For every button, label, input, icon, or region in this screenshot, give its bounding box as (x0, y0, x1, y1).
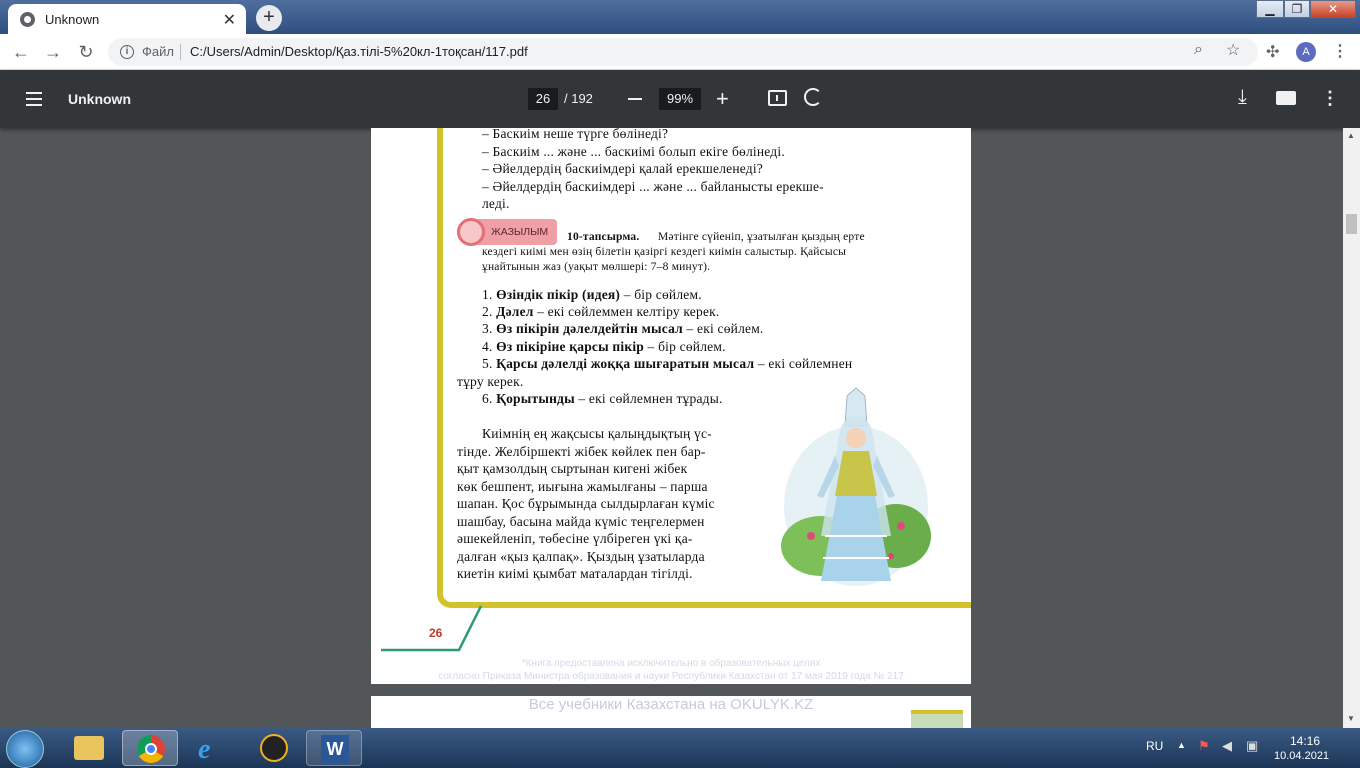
forward-icon[interactable]: → (42, 42, 64, 62)
back-icon[interactable]: ← (10, 42, 32, 62)
minimize-window-button[interactable]: ▁ (1256, 0, 1284, 18)
text-line: – Әйелдердің баскиімдері қалай ерекшелен… (482, 161, 764, 176)
paragraph-line: қыт қамзолдың сыртынан кигені жібек (457, 461, 688, 476)
paragraph-line: тінде. Желбіршекті жібек көйлек пен бар- (457, 444, 706, 459)
word-icon: W (321, 735, 349, 763)
page-number: 26 (429, 626, 443, 640)
watermark-line: согласно Приказа Министра образования и … (438, 671, 904, 682)
list-item: 1. Өзіндік пікір (идея) – бір сөйлем. (482, 287, 702, 302)
text-line: леді. (482, 196, 510, 211)
text-line: – Баскиім неше түрге бөлінеді? (482, 128, 669, 141)
language-indicator[interactable]: RU (1146, 739, 1163, 753)
page-corner-decoration (911, 710, 963, 728)
reload-icon[interactable]: ↻ (75, 42, 97, 62)
paragraph-line: әшекейленіп, төбесіне үлбіреген үкі қа- (457, 531, 693, 546)
browser-menu-icon[interactable]: ⋮ (1332, 41, 1348, 61)
task-text-line: кездегі киімі мен өзің білетін қазіргі к… (482, 246, 847, 258)
app-icon[interactable] (260, 734, 288, 762)
browser-tab[interactable]: Unknown ✕ (8, 4, 246, 34)
list-item-continuation: тұру керек. (457, 374, 524, 389)
watermark-line: *Книга предоставлена исключительно в обр… (521, 658, 821, 669)
paragraph-line: далған «қыз қалпақ». Қыздың ұзатыларда (457, 549, 705, 564)
rotate-icon[interactable] (804, 88, 822, 106)
kazakh-bride-illustration (781, 387, 931, 586)
show-hidden-icons-icon[interactable]: ▲ (1177, 740, 1186, 750)
internet-explorer-icon[interactable]: e (198, 734, 210, 766)
pdf-toolbar: Unknown 26 / 192 99% + ⤓ ⋮ (0, 70, 1360, 128)
menu-icon[interactable] (26, 92, 42, 106)
list-item: 4. Өз пікіріне қарсы пікір – бір сөйлем. (482, 339, 726, 354)
paragraph-line: киетін киімі қымбат маталардан тігілді. (457, 566, 693, 581)
text-line: – Әйелдердің баскиімдері ... және ... ба… (482, 179, 824, 194)
banner-text: Все учебники Казахстана на OKULYK.KZ (528, 696, 814, 713)
scroll-down-icon[interactable]: ▼ (1347, 714, 1355, 723)
page-total: / 192 (564, 91, 593, 106)
volume-muted-icon[interactable]: ◀ (1222, 738, 1232, 754)
scheme-label: Файл (142, 44, 174, 59)
info-icon[interactable]: i (120, 45, 134, 59)
bookmark-star-icon[interactable]: ☆ (1226, 40, 1240, 60)
tab-title: Unknown (45, 11, 100, 27)
fit-page-icon[interactable] (768, 90, 787, 106)
network-icon[interactable]: ▣ (1246, 738, 1258, 754)
print-icon[interactable] (1276, 91, 1296, 105)
new-tab-button[interactable]: + (256, 5, 282, 31)
taskbar-word-button[interactable]: W (306, 730, 362, 766)
paragraph-line: шашбау, басына майда күміс теңгелермен (457, 514, 705, 529)
pdf-page: – Баскиім неше түрге бөлінеді? – Баскиім… (371, 128, 971, 684)
zoom-input[interactable]: 99% (659, 88, 701, 110)
scrollbar-thumb[interactable] (1346, 214, 1357, 234)
zoom-magnifier-icon[interactable]: ⌕ (1194, 41, 1203, 59)
globe-icon (20, 11, 35, 27)
list-item: 6. Қорытынды – екі сөйлемнен тұрады. (482, 391, 723, 406)
maximize-window-button[interactable]: ❐ (1284, 0, 1310, 18)
task-text-line: ұнайтынын жаз (уақыт мөлшері: 7–8 минут)… (482, 261, 711, 273)
close-tab-icon[interactable]: ✕ (223, 10, 236, 30)
extensions-icon[interactable]: ✣ (1266, 42, 1279, 62)
chrome-icon-center (145, 743, 157, 755)
divider (180, 44, 181, 60)
clock-time[interactable]: 14:16 (1284, 734, 1326, 748)
task-heading: 10-тапсырма. (567, 231, 640, 243)
windows-start-icon[interactable] (6, 730, 44, 768)
pdf-page-next: Все учебники Казахстана на OKULYK.KZ (371, 696, 971, 728)
avatar[interactable]: A (1296, 42, 1316, 62)
zoom-in-icon[interactable]: + (716, 86, 729, 112)
clock-date[interactable]: 10.04.2021 (1274, 750, 1329, 762)
tab-strip: Unknown ✕ + ▁ ❐ ✕ (0, 0, 1360, 34)
flag-alert-icon[interactable]: ⚑ (1198, 738, 1210, 754)
task-text-line: Мәтінге сүйеніп, ұзатылған қыздың ерте (658, 231, 865, 243)
list-item: 3. Өз пікірін дәлелдейтін мысал – екі сө… (482, 321, 764, 336)
text-line: – Баскиім ... және ... баскиімі болып ек… (482, 144, 785, 159)
more-options-icon[interactable]: ⋮ (1321, 88, 1339, 109)
badge-label: ЖАЗЫЛЫМ (491, 226, 549, 238)
list-item: 5. Қарсы дәлелді жоққа шығаратын мысал –… (482, 356, 853, 371)
list-item: 2. Дәлел – екі сөйлеммен келтіру керек. (482, 304, 720, 319)
url-text[interactable]: C:/Users/Admin/Desktop/Қаз.тілі-5%20кл-1… (190, 44, 528, 59)
file-explorer-icon[interactable] (74, 736, 104, 760)
taskbar: e W RU ▲ ⚑ ◀ ▣ 14:16 10.04.2021 (0, 728, 1360, 768)
paragraph-line: Киімнің ең жақсысы қалыңдықтың үс- (482, 426, 712, 441)
notebook-icon (457, 218, 485, 246)
taskbar-chrome-button[interactable] (122, 730, 178, 766)
zoom-out-icon[interactable] (628, 98, 642, 100)
download-icon[interactable]: ⤓ (1238, 86, 1247, 109)
scroll-up-icon[interactable]: ▲ (1347, 131, 1355, 140)
document-title: Unknown (68, 91, 131, 107)
paragraph-line: көк бешпент, иығына жамылғаны – парша (457, 479, 708, 494)
browser-toolbar: ← → ↻ i Файл C:/Users/Admin/Desktop/Қаз.… (0, 34, 1360, 70)
close-window-button[interactable]: ✕ (1310, 0, 1356, 18)
page-number-input[interactable]: 26 (528, 88, 558, 110)
paragraph-line: шапан. Қос бұрымында сылдырлаған күміс (457, 496, 715, 511)
address-bar[interactable]: i Файл C:/Users/Admin/Desktop/Қаз.тілі-5… (108, 38, 1258, 66)
